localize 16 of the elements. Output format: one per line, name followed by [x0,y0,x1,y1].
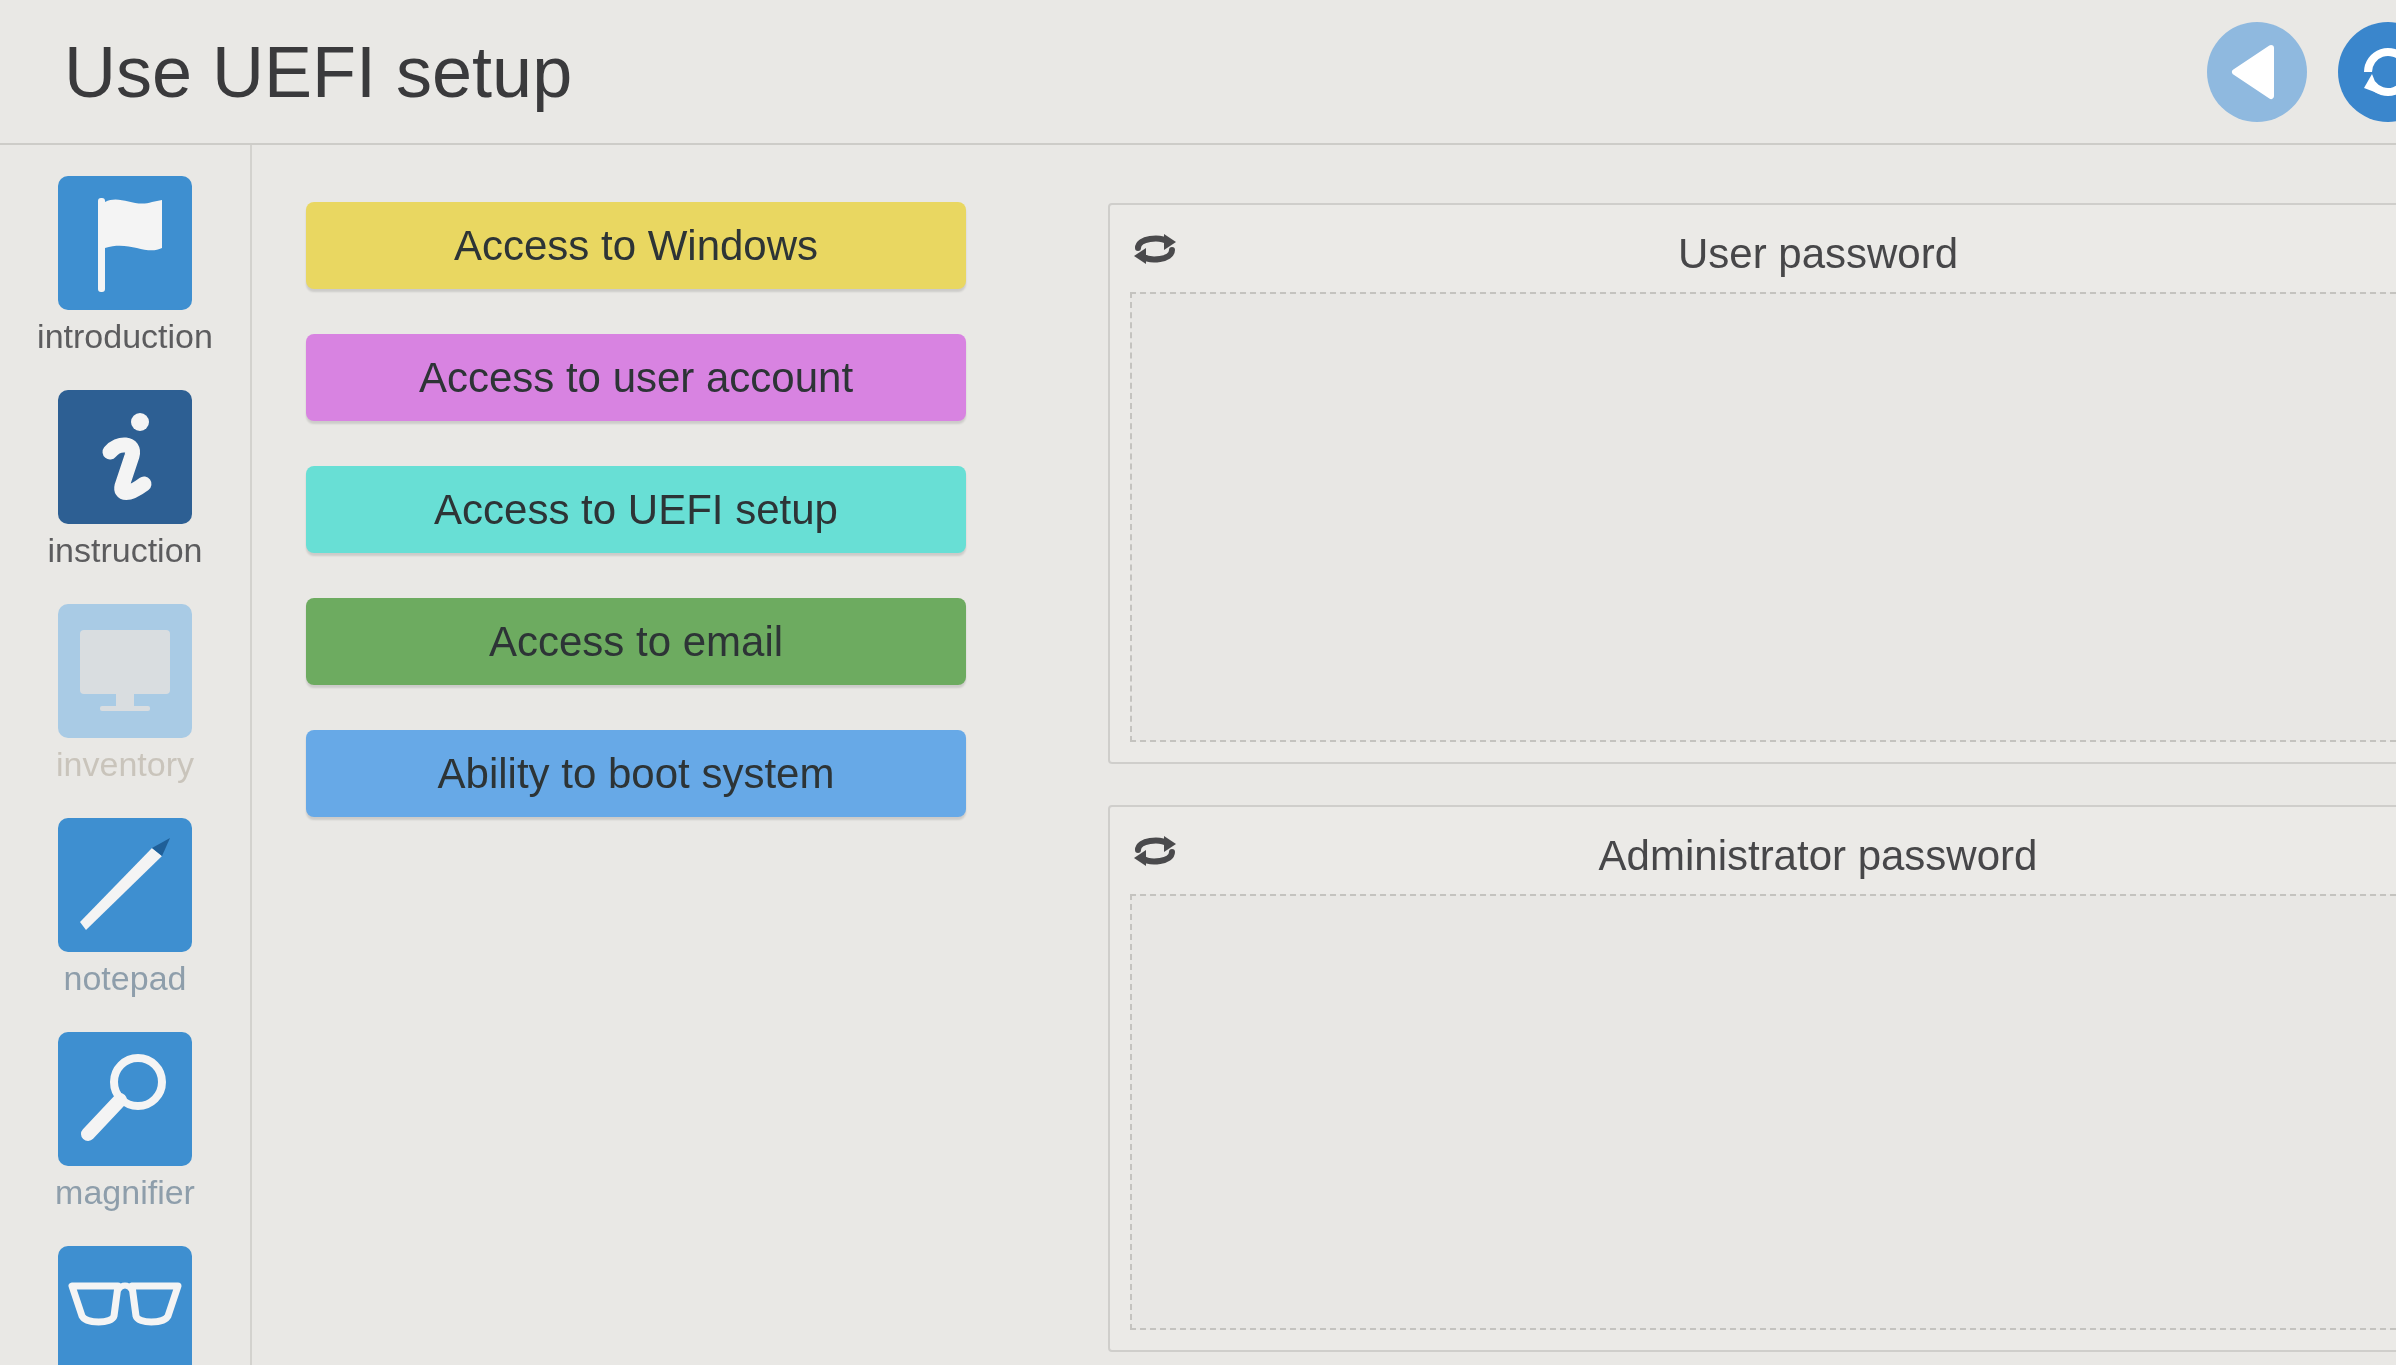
flag-icon [58,176,192,310]
glasses-icon[interactable] [58,1246,192,1365]
answer-tile[interactable]: Access to Windows [306,202,966,289]
pencil-icon [58,818,192,952]
answer-tile[interactable]: Access to user account [306,334,966,421]
info-icon [58,390,192,524]
answer-tile[interactable]: Ability to boot system [306,730,966,817]
zone-title: User password [1677,229,1959,279]
back-icon [2231,43,2275,100]
answer-tile[interactable]: Access to email [306,598,966,685]
zone-title: Administrator password [1598,831,2038,881]
answer-tile[interactable]: Access to UEFI setup [306,466,966,553]
magnifier-icon [58,1032,192,1166]
monitor-icon [58,604,192,738]
sidebar-item[interactable]: instruction [47,390,203,570]
sidebar-item[interactable]: introduction [37,176,213,356]
